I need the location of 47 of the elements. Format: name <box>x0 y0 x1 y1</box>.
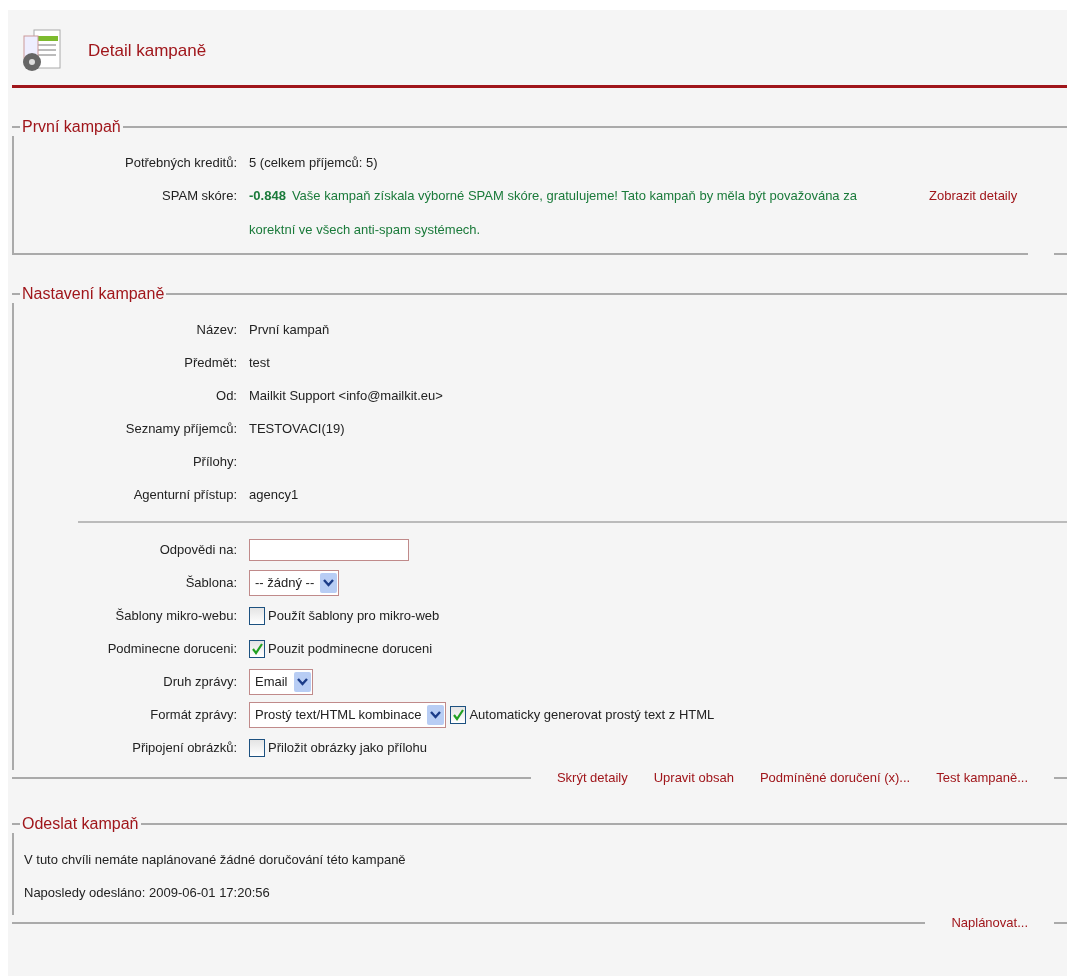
checkbox-label: Pouzit podminecne doruceni <box>268 641 433 656</box>
checkbox[interactable] <box>450 705 467 724</box>
action-link[interactable]: Test kampaně... <box>936 770 1028 785</box>
checkbox[interactable] <box>249 606 265 625</box>
dropdown-select[interactable]: Prostý text/HTML kombinace <box>249 701 447 728</box>
field-value: Mailkit Support <info@mailkit.eu> <box>249 388 443 403</box>
field-label: Druh zprávy: <box>162 674 238 689</box>
field-label: Šablony mikro-webu: <box>114 608 238 623</box>
info-text: Naposledy odesláno: 2009-06-01 17:20:56 <box>24 884 271 902</box>
field-label: Přílohy: <box>191 454 238 469</box>
spam-score-message: -0.848 Vaše kampaň získala výborné SPAM skóre, gratulujeme! Tato kampaň by měla být považována za korektní ve všech anti-spam systémech. <box>249 187 858 239</box>
field-label: SPAM skóre: <box>161 187 238 205</box>
field-label: Od: <box>215 388 238 403</box>
action-link[interactable]: Naplánovat... <box>951 915 1028 930</box>
checkbox-label: Přiložit obrázky jako přílohu <box>268 740 427 755</box>
checkbox-label: Automaticky generovat prostý text z HTML <box>469 707 715 722</box>
campaign-document-icon <box>20 28 64 74</box>
field-label: Podminecne doruceni: <box>106 641 238 656</box>
field-label: Odpovědi na: <box>158 542 238 557</box>
field-value: test <box>249 355 270 370</box>
action-link[interactable]: Upravit obsah <box>653 770 734 785</box>
section-legend: Odeslat kampaň <box>20 815 141 833</box>
field-value: 5 (celkem příjemců: 5) <box>249 155 378 170</box>
checkbox[interactable] <box>249 639 265 658</box>
section-legend: Nastavení kampaně <box>20 285 167 303</box>
field-label: Název: <box>195 322 238 337</box>
dropdown-select[interactable]: -- žádný -- <box>249 569 340 596</box>
field-value: TESTOVACI(19) <box>249 421 345 436</box>
checkbox[interactable] <box>249 738 265 757</box>
checkbox-label: Použít šablony pro mikro-web <box>268 608 440 623</box>
field-label: Seznamy příjemců: <box>124 421 238 436</box>
field-value: agency1 <box>249 487 299 502</box>
field-value: První kampaň <box>249 322 330 337</box>
section-legend: První kampaň <box>20 118 123 136</box>
field-label: Potřebných kreditů: <box>124 155 238 170</box>
field-label: Předmět: <box>183 355 238 370</box>
dropdown-select[interactable]: Email <box>249 668 313 695</box>
page-title: Detail kampaně <box>88 41 207 61</box>
field-label: Šablona: <box>184 575 238 590</box>
reply-to-input-field[interactable] <box>249 538 409 561</box>
field-label: Agenturní přístup: <box>132 487 238 502</box>
info-text: V tuto chvíli nemáte naplánované žádné doručování této kampaně <box>24 851 407 869</box>
action-link[interactable]: Podmíněné doručení (x)... <box>759 770 911 785</box>
action-link[interactable]: Skrýt detaily <box>556 770 628 785</box>
details-link[interactable]: Zobrazit detaily <box>929 179 1018 212</box>
field-label: Připojení obrázků: <box>131 740 238 755</box>
field-label: Formát zprávy: <box>149 707 238 722</box>
